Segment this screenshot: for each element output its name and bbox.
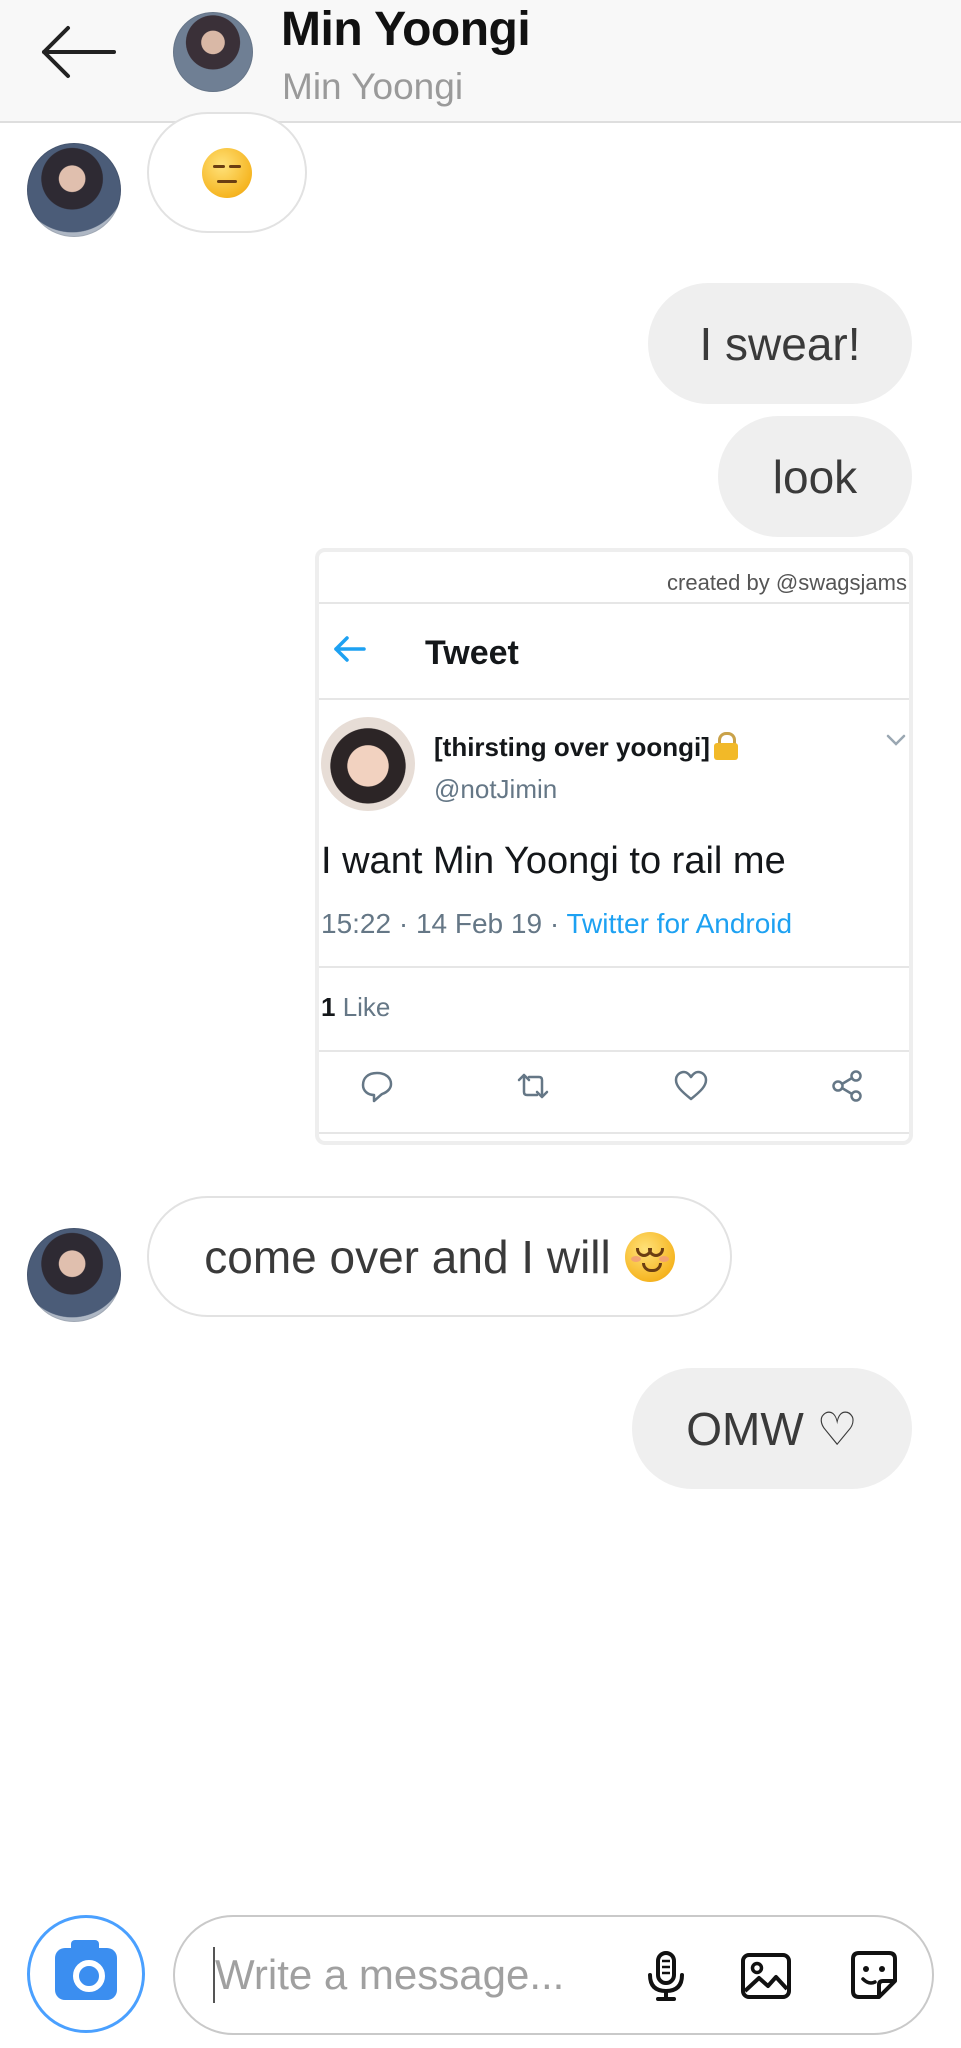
- contact-username: Min Yoongi: [282, 66, 464, 107]
- tweet-author-avatar: [321, 717, 415, 811]
- message-text: I swear!: [699, 317, 861, 370]
- expressionless-face-icon: [202, 147, 252, 198]
- reply-icon: [361, 1071, 393, 1103]
- tweet-like-count: 1 Like: [321, 992, 390, 1023]
- watermark-credit: created by @swagsjams: [667, 570, 907, 595]
- back-arrow-icon[interactable]: [38, 22, 118, 82]
- tweet-body: I want Min Yoongi to rail me: [321, 840, 786, 882]
- tweet-source: Twitter for Android: [566, 908, 793, 939]
- chat-header: Min Yoongi Min Yoongi: [0, 0, 961, 123]
- message-bubble-incoming[interactable]: [147, 112, 307, 233]
- sender-avatar[interactable]: [27, 1228, 121, 1322]
- tweet-display-name-text: [thirsting over yoongi]: [434, 732, 710, 762]
- message-text: come over and I will: [204, 1230, 611, 1283]
- message-bubble-incoming[interactable]: come over and I will: [147, 1196, 732, 1317]
- message-bubble-outgoing[interactable]: OMW ♡: [632, 1368, 912, 1489]
- shared-tweet-image[interactable]: created by @swagsjams Tweet [thirsting o…: [315, 548, 913, 1145]
- divider: [319, 698, 909, 700]
- chevron-down-icon: [886, 734, 906, 746]
- tweet-timestamp: 15:22 · 14 Feb 19 ·: [321, 908, 567, 939]
- contact-avatar[interactable]: [173, 12, 253, 92]
- gallery-icon[interactable]: [737, 1947, 795, 2005]
- camera-button[interactable]: [27, 1915, 145, 2033]
- lock-icon: [713, 732, 738, 760]
- divider: [319, 1050, 909, 1052]
- message-bubble-outgoing[interactable]: I swear!: [648, 283, 912, 404]
- divider: [319, 1132, 909, 1134]
- share-icon: [832, 1070, 862, 1102]
- like-count-number: 1: [321, 992, 336, 1022]
- divider: [319, 602, 909, 604]
- tweet-handle: @notJimin: [434, 774, 558, 804]
- message-input[interactable]: [215, 1939, 615, 2011]
- message-bubble-outgoing[interactable]: look: [718, 416, 912, 537]
- sender-avatar[interactable]: [27, 143, 121, 237]
- microphone-icon[interactable]: [637, 1947, 695, 2005]
- tweet-meta: 15:22 · 14 Feb 19 · Twitter for Android: [321, 908, 792, 940]
- tweet-page-title: Tweet: [425, 634, 519, 672]
- tweet-display-name: [thirsting over yoongi]: [434, 732, 738, 763]
- like-count-label: Like: [335, 992, 391, 1022]
- retweet-icon: [517, 1073, 549, 1099]
- message-text: look: [772, 450, 858, 503]
- tweet-back-arrow-icon: [334, 636, 366, 662]
- camera-lens: [73, 1960, 105, 1992]
- heart-icon: [674, 1070, 708, 1101]
- message-text: OMW ♡: [686, 1402, 858, 1455]
- message-composer: [173, 1915, 934, 2035]
- divider: [319, 966, 909, 968]
- contact-name[interactable]: Min Yoongi: [281, 2, 531, 57]
- sticker-icon[interactable]: [845, 1947, 903, 2005]
- relieved-face-icon: [624, 1231, 675, 1282]
